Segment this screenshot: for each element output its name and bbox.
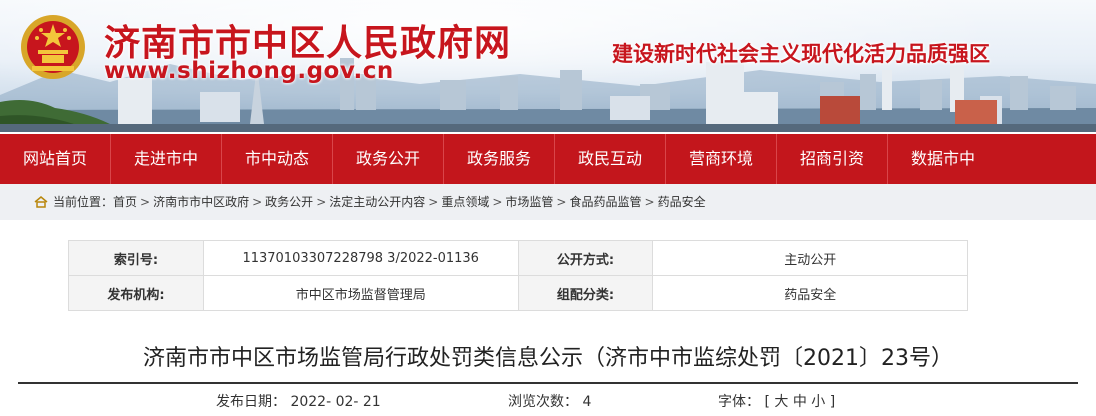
breadcrumb-separator: >	[428, 195, 439, 209]
nav-item-home[interactable]: 网站首页	[0, 134, 110, 184]
table-row: 索引号: 11370103307228798 3/2022-01136 公开方式…	[68, 240, 968, 276]
nav-item-gov-affairs[interactable]: 政务公开	[333, 134, 443, 184]
publish-date-label: 发布日期：	[216, 394, 286, 410]
category-value: 药品安全	[652, 275, 968, 311]
font-size-small-button[interactable]: 小	[811, 394, 825, 410]
font-size-label: 字体：	[718, 394, 760, 410]
font-size-switcher: 字体： [ 大 中 小 ]	[718, 392, 835, 412]
publish-date: 发布日期： 2022- 02- 21	[216, 392, 381, 412]
breadcrumb-separator: >	[252, 195, 263, 209]
breadcrumb-food-drug[interactable]: 食品药品监管	[569, 184, 641, 220]
publisher-value: 市中区市场监督管理局	[202, 275, 519, 311]
publish-date-value: 2022- 02- 21	[290, 394, 381, 410]
nav-item-about[interactable]: 走进市中	[111, 134, 221, 184]
publisher-label: 发布机构:	[68, 275, 204, 311]
nav-item-news[interactable]: 市中动态	[222, 134, 332, 184]
national-emblem-icon	[21, 15, 85, 79]
breadcrumb-gov-affairs[interactable]: 政务公开	[265, 184, 313, 220]
site-url: www.shizhong.gov.cn	[104, 58, 394, 84]
breadcrumb-key-areas[interactable]: 重点领域	[441, 184, 489, 220]
breadcrumb-prefix: 当前位置：	[53, 195, 114, 209]
nav-item-interaction[interactable]: 政民互动	[555, 134, 665, 184]
font-size-large-button[interactable]: 大	[774, 394, 788, 410]
article-title: 济南市市中区市场监管局行政处罚类信息公示（济市中市监综处罚〔2021〕23号）	[143, 346, 953, 371]
breadcrumb-home[interactable]: 首页	[113, 184, 137, 220]
document-info-table: 索引号: 11370103307228798 3/2022-01136 公开方式…	[68, 240, 968, 311]
index-number-value: 11370103307228798 3/2022-01136	[202, 240, 519, 276]
disclosure-method-value: 主动公开	[652, 240, 968, 276]
breadcrumb: 当前位置： 首页 > 济南市市中区政府 > 政务公开 > 法定主动公开内容 > …	[34, 184, 706, 220]
breadcrumb-separator: >	[556, 195, 567, 209]
breadcrumb-drug-safety[interactable]: 药品安全	[658, 184, 706, 220]
breadcrumb-separator: >	[140, 195, 151, 209]
breadcrumb-bar: 当前位置： 首页 > 济南市市中区政府 > 政务公开 > 法定主动公开内容 > …	[0, 184, 1096, 220]
site-banner: 济南市市中区人民政府网 www.shizhong.gov.cn 建设新时代社会主…	[0, 0, 1096, 132]
table-row: 发布机构: 市中区市场监督管理局 组配分类: 药品安全	[68, 275, 968, 311]
nav-item-gov-services[interactable]: 政务服务	[444, 134, 554, 184]
nav-item-data[interactable]: 数据市中	[888, 134, 998, 184]
font-bracket-open: [	[764, 394, 770, 410]
index-number-label: 索引号:	[68, 240, 204, 276]
breadcrumb-district-gov[interactable]: 济南市市中区政府	[153, 184, 249, 220]
breadcrumb-separator: >	[492, 195, 503, 209]
view-count: 浏览次数： 4	[508, 392, 591, 412]
home-icon	[34, 196, 48, 208]
disclosure-method-label: 公开方式:	[517, 240, 654, 276]
view-count-label: 浏览次数：	[508, 394, 578, 410]
breadcrumb-separator: >	[644, 195, 655, 209]
font-bracket-close: ]	[829, 394, 836, 410]
breadcrumb-market-supervision[interactable]: 市场监管	[505, 184, 553, 220]
font-size-medium-button[interactable]: 中	[793, 394, 807, 410]
breadcrumb-statutory[interactable]: 法定主动公开内容	[329, 184, 425, 220]
nav-item-investment[interactable]: 招商引资	[777, 134, 887, 184]
banner-slogan: 建设新时代社会主义现代化活力品质强区	[612, 42, 990, 66]
nav-item-business-env[interactable]: 营商环境	[666, 134, 776, 184]
view-count-value: 4	[582, 394, 592, 410]
title-divider	[18, 382, 1078, 384]
category-label: 组配分类:	[517, 275, 654, 311]
breadcrumb-separator: >	[316, 195, 327, 209]
main-nav: 网站首页 走进市中 市中动态 政务公开 政务服务 政民互动 营商环境 招商引资 …	[0, 134, 1096, 184]
